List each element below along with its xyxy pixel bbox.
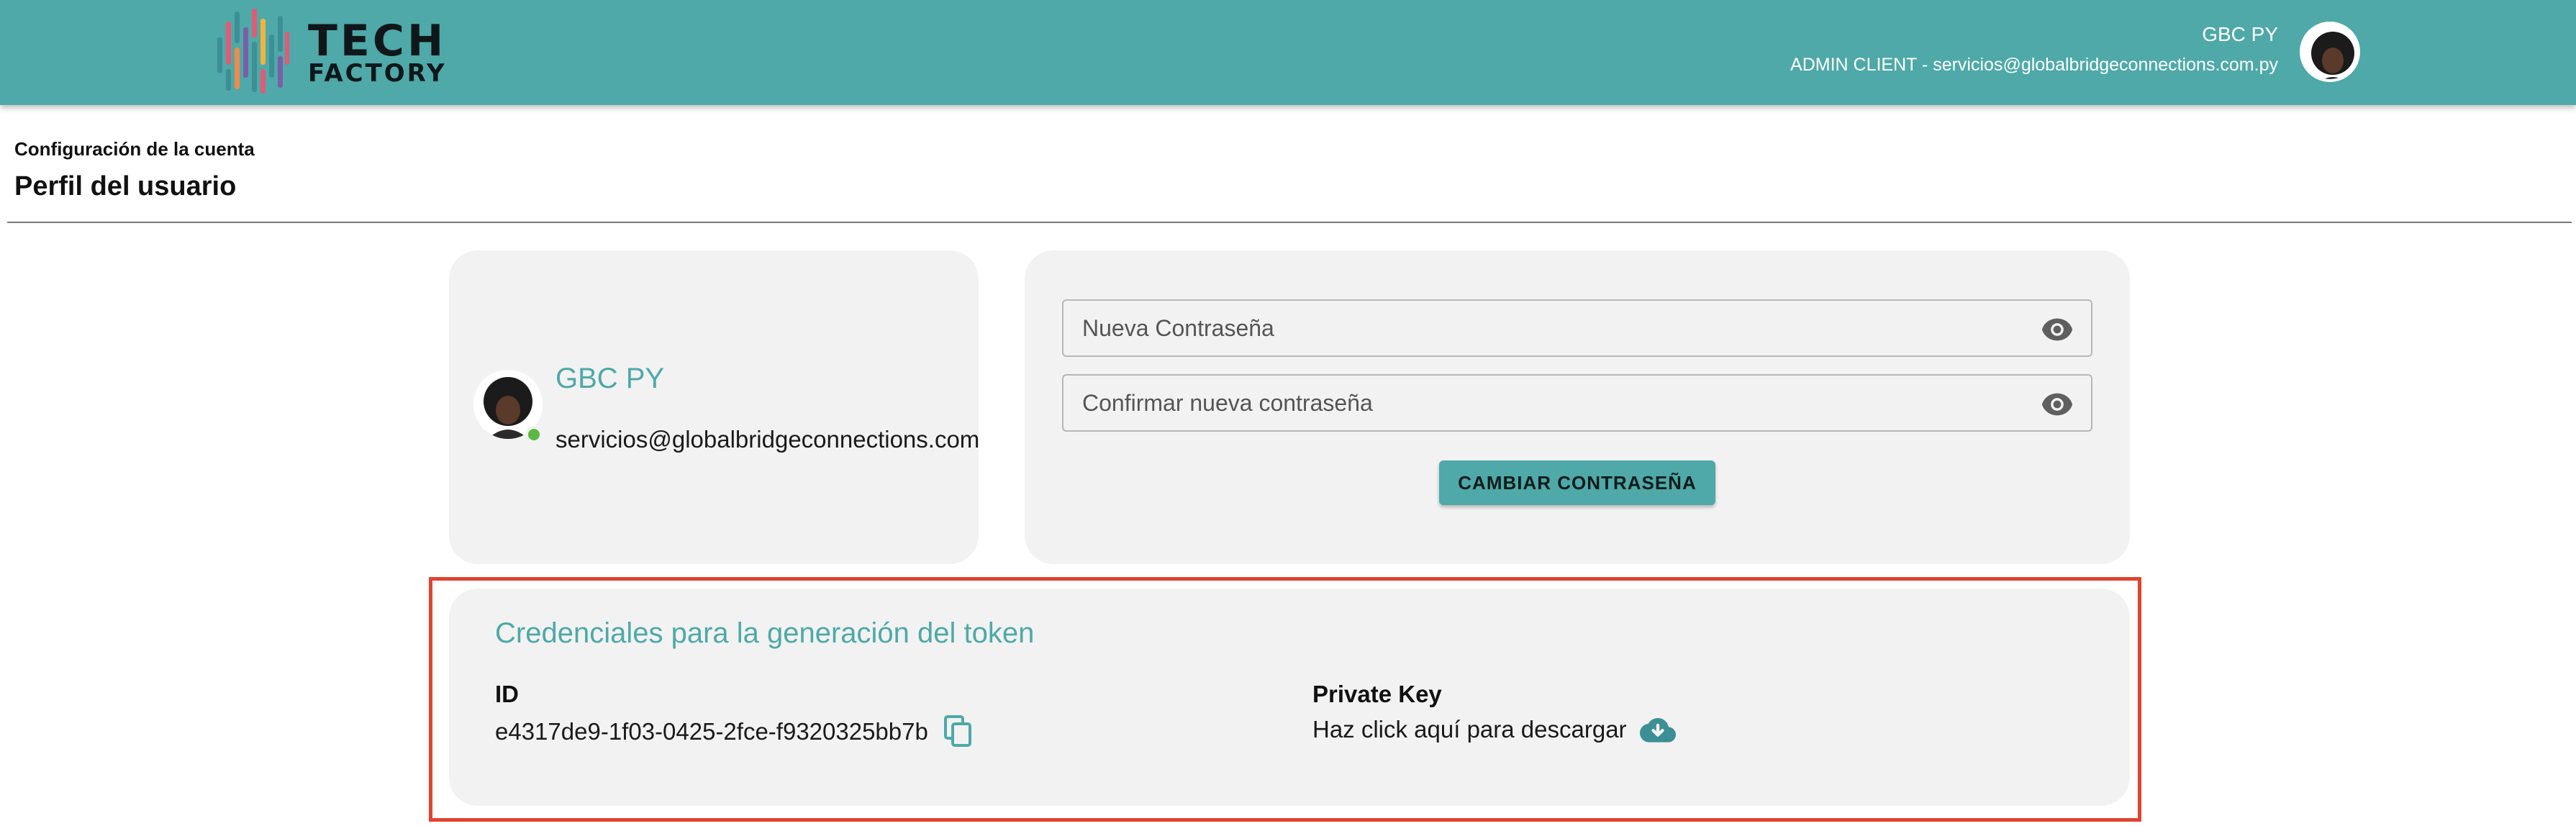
private-key-label: Private Key [1312,681,1442,707]
eye-icon[interactable] [2041,317,2074,342]
logo-text: TECH FACTORY [308,19,447,86]
online-status-indicator [525,426,543,443]
credential-id-value: e4317de9-1f03-0425-2fce-f9320325bb7b [495,718,928,745]
eye-icon[interactable] [2041,391,2074,417]
new-password-field [1062,299,2092,357]
avatar-photo-icon [2303,24,2357,79]
logo-bars-icon [217,9,289,94]
header-avatar[interactable] [2300,22,2360,82]
credentials-title: Credenciales para la generación del toke… [495,617,1035,649]
header-user-info: GBC PY ADMIN CLIENT - servicios@globalbr… [1790,22,2278,78]
tech-factory-logo[interactable]: TECH FACTORY [216,4,447,101]
header-user-name: GBC PY [2202,23,2278,45]
profile-card: GBC PY servicios@globalbridgeconnections… [449,250,979,564]
private-key-download-link[interactable]: Haz click aquí para descargar [1312,716,1627,743]
logo-line1: TECH [308,16,447,66]
confirm-password-field [1062,374,2092,432]
change-password-card: CAMBIAR CONTRASEÑA [1025,250,2130,564]
header-user-role-email: ADMIN CLIENT - servicios@globalbridgecon… [1790,55,2278,75]
app-header: TECH FACTORY GBC PY ADMIN CLIENT - servi… [0,0,2576,105]
confirm-password-input[interactable] [1063,376,2091,430]
copy-icon[interactable] [943,715,973,748]
profile-email: servicios@globalbridgeconnections.com.py [555,426,979,453]
credential-id-row: e4317de9-1f03-0425-2fce-f9320325bb7b [495,715,973,748]
credential-id-label: ID [495,681,519,707]
new-password-input[interactable] [1063,301,2091,355]
token-credentials-card: Credenciales para la generación del toke… [449,589,2130,806]
profile-name: GBC PY [555,363,665,394]
page-title: Perfil del usuario [14,171,237,201]
private-key-row[interactable]: Haz click aquí para descargar [1312,715,1676,744]
heading-divider [7,222,2572,223]
cloud-download-icon[interactable] [1638,715,1676,744]
breadcrumb: Configuración de la cuenta [14,138,255,160]
change-password-button[interactable]: CAMBIAR CONTRASEÑA [1439,460,1715,505]
logo-line2: FACTORY [308,59,447,88]
